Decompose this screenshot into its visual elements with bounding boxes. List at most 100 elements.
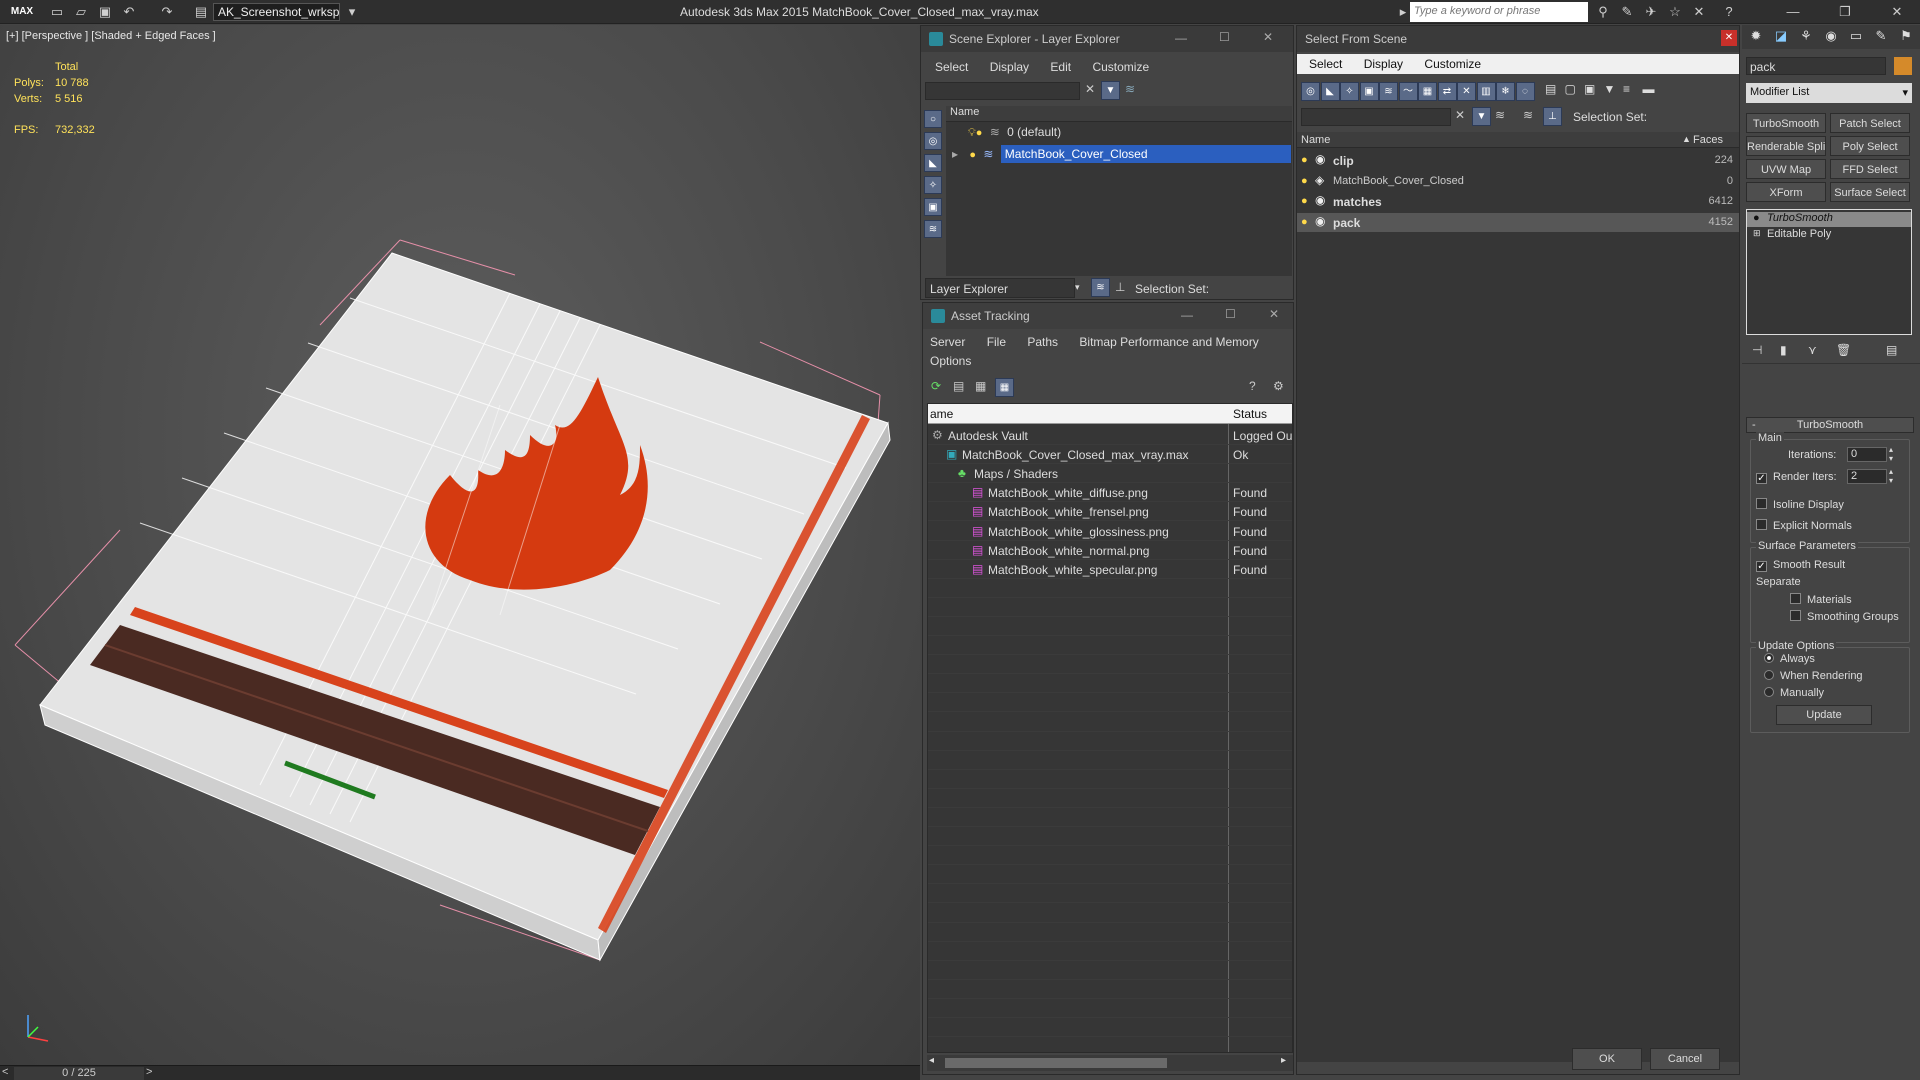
workspace-dropdown[interactable]: AK_Screenshot_wrksp [213, 3, 340, 21]
layer-row[interactable]: 💡︎● ≋ 0 (default) [946, 125, 1292, 144]
asset-table-header[interactable]: ame Status [928, 404, 1292, 424]
scroll-right-icon[interactable]: ▸ [1281, 1055, 1286, 1066]
settings-icon[interactable]: ⚙ [1273, 379, 1284, 393]
modifier-list-dropdown[interactable]: Modifier List ▾ [1746, 83, 1912, 103]
xform-button[interactable]: XForm [1746, 182, 1826, 202]
menu-file[interactable]: File [987, 335, 1006, 349]
scene-explorer-maximize-icon[interactable]: ☐ [1219, 30, 1230, 44]
expand-arrow-icon[interactable]: ▸ [952, 147, 958, 161]
matchbook-model[interactable] [0, 25, 920, 1065]
stack-item-editable-poly[interactable]: ⊞ Editable Poly [1747, 228, 1911, 243]
select-all-icon[interactable]: ▤ [1545, 82, 1556, 96]
scrollbar-thumb[interactable] [945, 1058, 1167, 1068]
asset-row[interactable]: ▤ MatchBook_white_specular.png Found [928, 560, 1292, 579]
object-row[interactable]: ● ◈ MatchBook_Cover_Closed 0 [1297, 172, 1739, 191]
app-logo-icon[interactable]: MAX [4, 3, 40, 21]
iterations-spinner[interactable]: 0 [1847, 447, 1887, 462]
close-icon[interactable]: ✕ [1882, 2, 1912, 22]
menu-display[interactable]: Display [1364, 57, 1403, 71]
new-file-icon[interactable]: ▭ [48, 3, 66, 21]
filter-icon[interactable]: ▼ [1472, 107, 1491, 126]
ok-button[interactable]: OK [1572, 1048, 1642, 1070]
hierarchy-tab-icon[interactable]: ⚘ [1796, 28, 1816, 46]
display-containers-icon[interactable]: ▥ [1476, 82, 1496, 101]
hierarchy-icon[interactable]: ⊥ [1543, 107, 1562, 126]
hierarchy-icon[interactable]: ⊥ [1115, 280, 1125, 294]
visibility-bulb-icon[interactable]: ● [1301, 216, 1308, 228]
spinner-arrows-icon[interactable]: ▴ ▾ [1889, 467, 1893, 485]
display-groups-icon[interactable]: ▦ [1418, 82, 1437, 101]
display-helpers-icon[interactable]: ≋ [1379, 82, 1398, 101]
refresh-icon[interactable]: ⟳ [931, 379, 941, 393]
object-color-swatch[interactable] [1894, 57, 1912, 75]
column-status[interactable]: Status [1233, 407, 1267, 421]
sort-icon[interactable]: ≡ [1623, 82, 1630, 96]
object-row[interactable]: ● ◉ matches 6412 [1297, 192, 1739, 211]
select-invert-icon[interactable]: ▣ [1584, 82, 1595, 96]
visibility-bulb-icon[interactable]: ● [1301, 154, 1308, 166]
smoothing-groups-checkbox[interactable]: Smoothing Groups [1790, 610, 1899, 623]
menu-select[interactable]: Select [1309, 57, 1342, 71]
asset-row[interactable]: ▤ MatchBook_white_frensel.png Found [928, 502, 1292, 521]
show-end-result-icon[interactable]: ▮ [1780, 343, 1787, 357]
display-none-icon[interactable]: ○ [924, 110, 942, 128]
select-search-input[interactable] [1301, 108, 1451, 126]
filter-icon[interactable]: ▼ [1101, 81, 1120, 100]
help-icon[interactable]: ? [1249, 379, 1256, 393]
asset-row[interactable]: ⚙ Autodesk Vault Logged Ou [928, 426, 1292, 445]
modifier-stack[interactable]: ● TurboSmooth ⊞ Editable Poly [1746, 209, 1912, 335]
object-list-header[interactable]: Name ▲ Faces [1297, 132, 1739, 148]
uvw-map-button[interactable]: UVW Map [1746, 159, 1826, 179]
asset-row[interactable]: ▤ MatchBook_white_normal.png Found [928, 541, 1292, 560]
subscription-icon[interactable]: ✈ [1642, 3, 1660, 21]
display-bones-icon[interactable]: ✕ [1457, 82, 1476, 101]
find-layers-icon[interactable]: ≋ [1125, 82, 1135, 96]
cancel-button[interactable]: Cancel [1650, 1048, 1720, 1070]
scene-explorer-close-icon[interactable]: ✕ [1263, 30, 1273, 44]
select-none-icon[interactable]: ▢ [1565, 82, 1576, 96]
visibility-bulb-icon[interactable]: ● [1301, 175, 1308, 187]
thumbnail-view-icon[interactable]: ▦ [975, 379, 986, 393]
display-geometry-icon[interactable]: ◎ [1301, 82, 1320, 101]
display-hidden-icon[interactable]: ◌ [1515, 82, 1535, 101]
asset-maximize-icon[interactable]: ☐ [1225, 307, 1236, 321]
isoline-checkbox[interactable]: Isoline Display [1756, 498, 1844, 511]
bulb-icon[interactable]: ● [1753, 212, 1760, 224]
close-x-icon[interactable]: ✕ [1690, 3, 1708, 21]
tools-icon[interactable]: ✎ [1618, 3, 1636, 21]
display-tab-icon[interactable]: ▭ [1846, 28, 1866, 46]
display-lights-icon[interactable]: ✧ [1340, 82, 1359, 101]
display-spacewarps-icon[interactable]: 〜 [1398, 82, 1418, 101]
always-radio[interactable]: Always [1764, 653, 1815, 665]
workspace-chevron-icon[interactable]: ▾ [343, 3, 361, 21]
time-slider[interactable]: 0 / 225 [14, 1067, 144, 1080]
asset-row[interactable]: ♣ Maps / Shaders [928, 464, 1292, 483]
patch-select-button[interactable]: Patch Select [1830, 113, 1910, 133]
scene-explorer-search-input[interactable] [925, 82, 1080, 100]
menu-paths[interactable]: Paths [1027, 335, 1058, 349]
turbosmooth-button[interactable]: TurboSmooth [1746, 113, 1826, 133]
asset-table[interactable]: ame Status ⚙ Autodesk Vault Logged Ou ▣ Matc… [927, 403, 1293, 1053]
menu-select[interactable]: Select [935, 60, 968, 74]
project-icon[interactable]: ▤ [192, 3, 210, 21]
update-button[interactable]: Update [1776, 705, 1872, 725]
display-cameras-icon[interactable]: ▣ [924, 198, 942, 216]
spinner-arrows-icon[interactable]: ▴ ▾ [1889, 445, 1893, 463]
display-xrefs-icon[interactable]: ⇄ [1437, 82, 1457, 101]
explicit-normals-checkbox[interactable]: Explicit Normals [1756, 519, 1852, 532]
collapse-icon[interactable]: ▬ [1643, 82, 1655, 96]
save-icon[interactable]: ▣ [96, 3, 114, 21]
minimize-icon[interactable]: — [1778, 2, 1808, 22]
display-lights-icon[interactable]: ✧ [924, 176, 942, 194]
surface-select-button[interactable]: Surface Select [1830, 182, 1910, 202]
asset-row[interactable]: ▣ MatchBook_Cover_Closed_max_vray.max Ok [928, 445, 1292, 464]
column-name[interactable]: Name [1301, 134, 1330, 146]
object-name-input[interactable]: pack [1746, 57, 1886, 75]
column-name[interactable]: Name [950, 106, 979, 118]
table-view-icon[interactable]: ▦ [995, 378, 1014, 397]
asset-close-icon[interactable]: ✕ [1269, 307, 1279, 321]
explorer-type-dropdown[interactable]: Layer Explorer [925, 278, 1075, 298]
maxscript-icon[interactable]: ⚑ [1896, 28, 1916, 46]
display-shapes-icon[interactable]: ◣ [1320, 82, 1340, 101]
layer-tree-header[interactable]: Name [946, 106, 1292, 122]
